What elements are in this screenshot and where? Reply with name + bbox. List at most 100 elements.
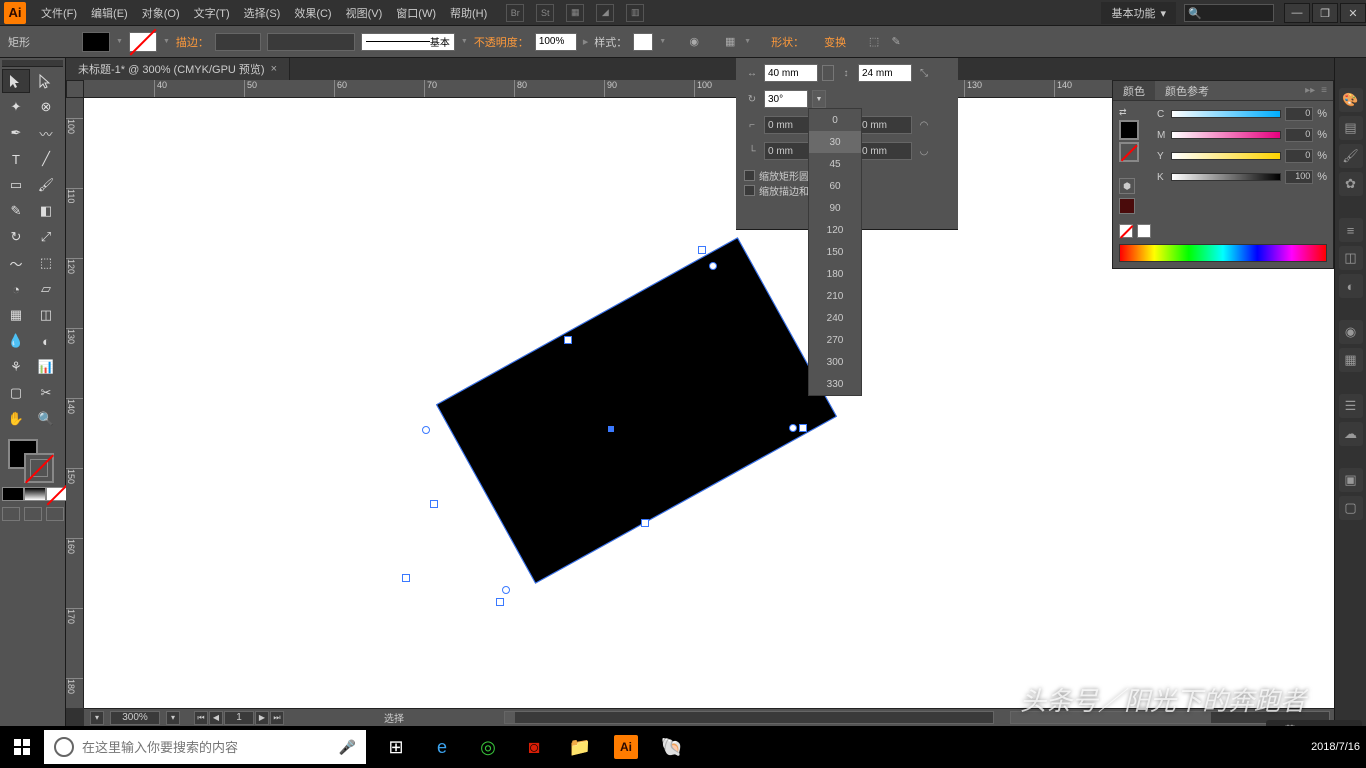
screen-full[interactable] [24, 507, 42, 521]
eraser-tool[interactable]: ◧ [32, 199, 60, 223]
search-box[interactable]: 🔍 [1184, 4, 1274, 22]
height-input[interactable] [858, 64, 912, 82]
center-point[interactable] [608, 426, 614, 432]
panel-fill-swatch[interactable] [1119, 120, 1139, 140]
ruler-origin[interactable] [66, 80, 84, 98]
workspace-switcher[interactable]: 基本功能 ▾ [1101, 2, 1176, 24]
status-dropdown-icon[interactable]: ▾ [90, 711, 104, 725]
menu-edit[interactable]: 编辑(E) [84, 5, 135, 21]
blend-tool[interactable]: ◐ [32, 329, 60, 353]
layers-panel-icon[interactable]: ☰ [1339, 394, 1363, 418]
angle-option[interactable]: 0 [809, 109, 861, 131]
magic-wand-tool[interactable]: ✦ [2, 95, 30, 119]
channel-value[interactable]: 0 [1285, 149, 1313, 163]
asset-export-icon[interactable]: ▣ [1339, 468, 1363, 492]
stroke-weight-input[interactable] [215, 33, 261, 51]
fill-stroke-swatches[interactable] [2, 439, 62, 483]
shape-label[interactable]: 形状： [771, 34, 804, 50]
rectangle-tool[interactable]: ▭ [2, 173, 30, 197]
recolor-icon[interactable]: ◉ [686, 34, 702, 50]
stroke-profile-select[interactable] [267, 33, 355, 51]
angle-option[interactable]: 45 [809, 153, 861, 175]
menu-type[interactable]: 文字(T) [187, 5, 237, 21]
explorer-icon[interactable]: 📁 [558, 726, 602, 768]
stock-icon[interactable]: St [536, 4, 554, 22]
lasso-tool[interactable]: ⊗ [32, 95, 60, 119]
bounding-handle[interactable] [641, 519, 649, 527]
free-transform-tool[interactable]: ⬚ [32, 251, 60, 275]
corner-type-icon[interactable]: ◠ [916, 117, 932, 133]
slider-track-y[interactable] [1171, 152, 1281, 160]
taskbar-search[interactable]: 🎤 [44, 730, 366, 764]
screen-present[interactable] [46, 507, 64, 521]
angle-option[interactable]: 120 [809, 219, 861, 241]
symbols-panel-icon[interactable]: ✿ [1339, 172, 1363, 196]
hand-tool[interactable]: ✋ [2, 407, 30, 431]
angle-option[interactable]: 330 [809, 373, 861, 395]
chevron-down-icon[interactable]: ▼ [163, 38, 170, 45]
music-icon[interactable]: ◙ [512, 726, 556, 768]
brushes-panel-icon[interactable]: 🖌 [1339, 144, 1363, 168]
illustrator-taskbar-icon[interactable]: Ai [604, 726, 648, 768]
libraries-panel-icon[interactable]: ☁ [1339, 422, 1363, 446]
selection-tool[interactable] [2, 69, 30, 93]
angle-dropdown[interactable]: ▼ [812, 90, 826, 108]
taskbar-date[interactable]: 2018/7/16 [1311, 741, 1360, 753]
angle-option[interactable]: 270 [809, 329, 861, 351]
corner-tr-input[interactable] [858, 116, 912, 134]
chevron-down-icon[interactable]: ▼ [659, 38, 666, 45]
opacity-label[interactable]: 不透明度： [474, 34, 529, 50]
artboard-number[interactable]: 1 [224, 711, 254, 725]
zoom-tool[interactable]: 🔍 [32, 407, 60, 431]
menu-view[interactable]: 视图(V) [339, 5, 390, 21]
bounding-handle[interactable] [564, 336, 572, 344]
brush-select[interactable]: 基本 [361, 33, 455, 51]
stroke-panel-icon[interactable]: ≡ [1339, 218, 1363, 242]
chevron-down-icon[interactable]: ▼ [116, 38, 123, 45]
isolate-icon[interactable]: ⬚ [866, 34, 882, 50]
paintbrush-tool[interactable]: 🖌 [32, 173, 60, 197]
gradient-panel-icon[interactable]: ◫ [1339, 246, 1363, 270]
swap-icon[interactable]: ⇄ [1119, 107, 1127, 118]
shape-builder-tool[interactable]: ◔ [2, 277, 30, 301]
angle-option[interactable]: 60 [809, 175, 861, 197]
angle-option[interactable]: 150 [809, 241, 861, 263]
transparency-panel-icon[interactable]: ◐ [1339, 274, 1363, 298]
direct-selection-tool[interactable] [32, 69, 60, 93]
panel-menu-icon[interactable]: ≡ [1321, 85, 1327, 96]
mesh-tool[interactable]: ▦ [2, 303, 30, 327]
slider-track-m[interactable] [1171, 131, 1281, 139]
fill-swatch[interactable] [82, 32, 110, 52]
stroke-swatch[interactable] [129, 32, 157, 52]
anchor-point[interactable] [709, 262, 717, 270]
slider-track-k[interactable] [1171, 173, 1281, 181]
chevron-down-icon[interactable]: ▼ [744, 38, 751, 45]
ruler-vertical[interactable]: 100 110 120 130 140 150 160 170 180 [66, 98, 84, 708]
width-tool[interactable]: 〜 [2, 251, 30, 275]
zoom-input[interactable]: 300% [110, 711, 160, 725]
bounding-handle[interactable] [698, 246, 706, 254]
chevron-down-icon[interactable]: ▶ [583, 38, 588, 46]
stroke-label[interactable]: 描边： [176, 34, 209, 50]
color-spectrum[interactable] [1119, 244, 1327, 262]
toolbox-stroke[interactable] [24, 453, 54, 483]
next-artboard-icon[interactable]: ▶ [255, 711, 269, 725]
arrange-icon[interactable]: ▦ [566, 4, 584, 22]
graphic-styles-icon[interactable]: ▦ [1339, 348, 1363, 372]
zoom-menu-icon[interactable]: ▾ [166, 711, 180, 725]
last-artboard-icon[interactable]: ⏭ [270, 711, 284, 725]
taskbar-search-input[interactable] [82, 740, 331, 755]
anchor-point[interactable] [789, 424, 797, 432]
artboards-panel-icon[interactable]: ▢ [1339, 496, 1363, 520]
color-guide-tab[interactable]: 颜色参考 [1155, 81, 1219, 100]
bounding-handle[interactable] [430, 500, 438, 508]
screen-normal[interactable] [2, 507, 20, 521]
menu-effect[interactable]: 效果(C) [287, 5, 338, 21]
rectangle-shape[interactable] [436, 237, 837, 584]
scale-tool[interactable]: ⤢ [32, 225, 60, 249]
panel-collapse-icon[interactable]: ▸▸ [1305, 85, 1315, 96]
graphic-style-swatch[interactable] [633, 33, 653, 51]
channel-value[interactable]: 0 [1285, 107, 1313, 121]
link-wh-icon[interactable] [822, 65, 834, 81]
tab-close-icon[interactable]: × [271, 63, 277, 75]
